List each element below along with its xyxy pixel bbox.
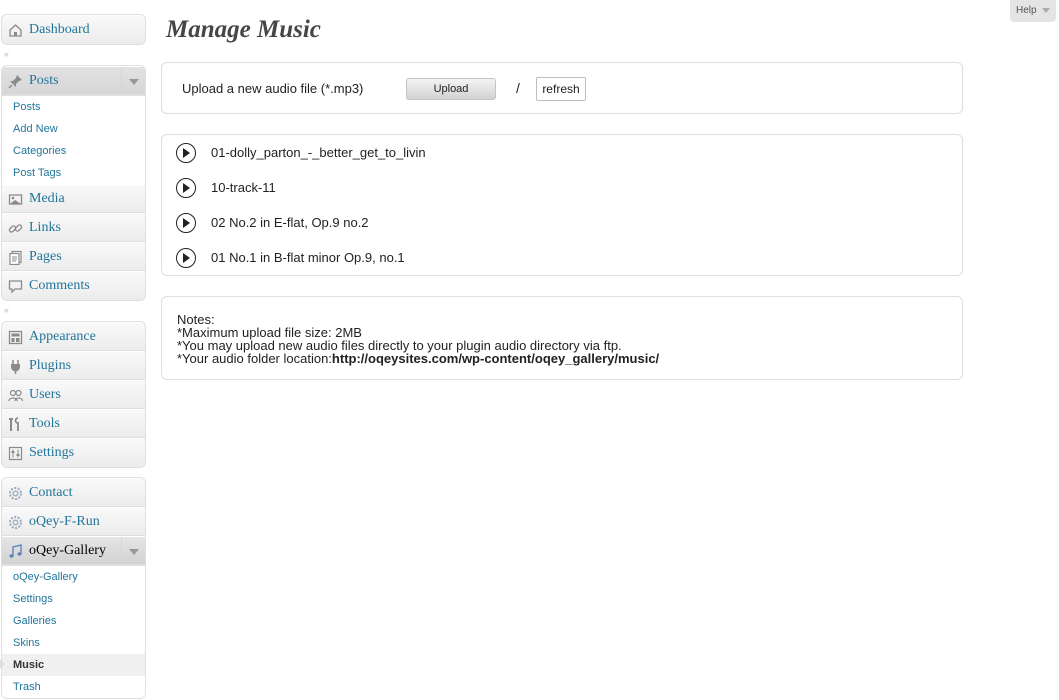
gear-icon — [9, 487, 22, 500]
menu-label-posts: Posts — [29, 73, 59, 88]
menu-label-contact: Contact — [29, 485, 73, 500]
submenu-item-categories[interactable]: Categories — [2, 140, 145, 162]
submenu-item-settings[interactable]: Settings — [2, 588, 145, 610]
menu-group-appearance: Appearance Plugins Users Tools Settings — [1, 321, 146, 468]
track-title: 01 No.1 in B-flat minor Op.9, no.1 — [211, 250, 405, 265]
upload-panel: Upload a new audio file (*.mp3) Upload /… — [161, 62, 963, 114]
menu-label-tools: Tools — [29, 416, 60, 431]
current-submenu-arrow-icon — [0, 659, 5, 669]
chain-link-icon — [8, 224, 23, 233]
notes-panel: Notes: *Maximum upload file size: 2MB *Y… — [161, 296, 963, 380]
pushpin-icon — [8, 75, 22, 89]
submenu-item-galleries[interactable]: Galleries — [2, 610, 145, 632]
play-icon[interactable] — [176, 248, 196, 268]
menu-item-contact[interactable]: Contact — [2, 478, 145, 507]
plug-icon — [11, 360, 20, 374]
menu-item-posts[interactable]: Posts — [2, 66, 145, 95]
menu-item-oqey-f-run[interactable]: oQey-F-Run — [2, 507, 145, 536]
menu-label-appearance: Appearance — [29, 329, 96, 344]
menu-separator[interactable]: « — [2, 49, 146, 60]
menu-separator[interactable]: « — [2, 305, 146, 316]
notes-folder-prefix: *Your audio folder location: — [177, 351, 332, 366]
upload-button[interactable]: Upload — [406, 78, 496, 100]
menu-group-plugins-extra: Contact oQey-F-Run oQey-Gallery oQey-Gal… — [1, 477, 146, 699]
menu-label-pages: Pages — [29, 249, 62, 264]
chevron-down-icon — [1042, 8, 1050, 13]
menu-label-oqey-f-run: oQey-F-Run — [29, 514, 100, 529]
refresh-button[interactable]: refresh — [536, 77, 586, 101]
submenu-posts: Posts Add New Categories Post Tags — [2, 95, 145, 184]
upload-label: Upload a new audio file (*.mp3) — [182, 81, 364, 96]
collapse-arrows-icon: « — [4, 49, 10, 59]
menu-label-dashboard: Dashboard — [29, 22, 90, 37]
submenu-item-posts[interactable]: Posts — [2, 96, 145, 118]
notes-line-folder: *Your audio folder location:http://oqeys… — [177, 352, 659, 365]
menu-item-appearance[interactable]: Appearance — [2, 322, 145, 351]
track-title: 01-dolly_parton_-_better_get_to_livin — [211, 145, 426, 160]
submenu-item-trash[interactable]: Trash — [2, 676, 145, 698]
notes-folder-path: http://oqeysites.com/wp-content/oqey_gal… — [331, 351, 660, 366]
menu-item-media[interactable]: Media — [2, 184, 145, 213]
speech-bubble-icon — [8, 280, 23, 294]
menu-item-settings[interactable]: Settings — [2, 438, 145, 467]
track-list: 01-dolly_parton_-_better_get_to_livin 10… — [161, 134, 963, 276]
menu-label-plugins: Plugins — [29, 358, 72, 373]
media-icon — [8, 194, 23, 205]
menu-item-oqey-gallery[interactable]: oQey-Gallery — [2, 536, 145, 565]
menu-item-pages[interactable]: Pages — [2, 242, 145, 271]
menu-group-dashboard: Dashboard — [1, 14, 146, 45]
menu-label-users: Users — [29, 387, 61, 402]
notes-text: Notes: *Maximum upload file size: 2MB *Y… — [177, 313, 659, 365]
music-note-icon — [9, 544, 22, 558]
submenu-oqey-gallery: oQey-Gallery Settings Galleries Skins Mu… — [2, 565, 145, 698]
menu-label-links: Links — [29, 220, 61, 235]
help-tab[interactable]: Help — [1010, 0, 1056, 22]
track-title: 10-track-11 — [211, 180, 276, 195]
submenu-toggle-oqey-gallery[interactable] — [121, 537, 145, 565]
appearance-icon — [8, 330, 23, 345]
page-title: Manage Music — [166, 16, 321, 43]
menu-item-users[interactable]: Users — [2, 380, 145, 409]
play-icon[interactable] — [176, 213, 196, 233]
submenu-item-music[interactable]: Music — [2, 654, 145, 676]
menu-label-oqey-gallery: oQey-Gallery — [29, 543, 106, 558]
dashboard-icon — [9, 24, 22, 37]
menu-label-settings: Settings — [29, 445, 75, 460]
tools-icon — [9, 417, 19, 431]
collapse-arrows-icon: « — [4, 305, 10, 315]
play-icon[interactable] — [176, 143, 196, 163]
menu-group-posts: Posts Posts Add New Categories Post Tags… — [1, 65, 146, 301]
pages-icon — [9, 250, 22, 265]
submenu-item-post-tags[interactable]: Post Tags — [2, 162, 145, 184]
submenu-item-add-new[interactable]: Add New — [2, 118, 145, 140]
submenu-item-oqey-gallery[interactable]: oQey-Gallery — [2, 566, 145, 588]
menu-label-media: Media — [29, 191, 65, 206]
play-icon[interactable] — [176, 178, 196, 198]
menu-item-comments[interactable]: Comments — [2, 271, 145, 300]
menu-item-plugins[interactable]: Plugins — [2, 351, 145, 380]
submenu-item-skins[interactable]: Skins — [2, 632, 145, 654]
users-icon — [8, 389, 23, 402]
submenu-toggle-posts[interactable] — [121, 67, 145, 95]
menu-item-dashboard[interactable]: Dashboard — [2, 15, 145, 44]
menu-item-tools[interactable]: Tools — [2, 409, 145, 438]
menu-label-comments: Comments — [29, 278, 90, 293]
separator-slash: / — [516, 80, 520, 96]
track-title: 02 No.2 in E-flat, Op.9 no.2 — [211, 215, 369, 230]
gear-icon — [9, 516, 22, 529]
help-label: Help — [1016, 5, 1037, 16]
menu-item-links[interactable]: Links — [2, 213, 145, 242]
settings-icon — [8, 446, 23, 461]
